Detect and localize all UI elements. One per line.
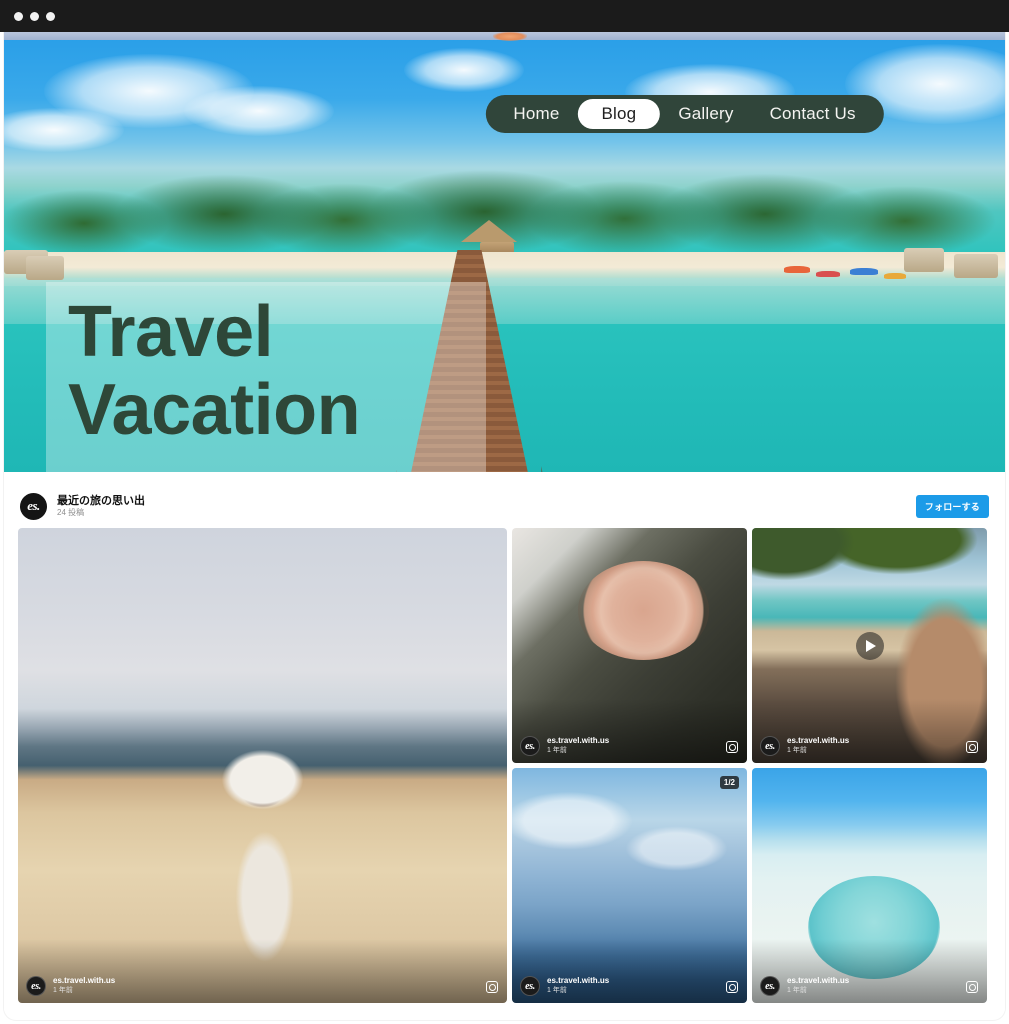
maximize-dot[interactable] — [46, 11, 55, 21]
tile-username: es.travel.with.us — [547, 736, 610, 746]
grid-tile-cloudy-ocean[interactable]: 1/2 es. es.travel.with.us 1 年前 — [512, 768, 747, 1003]
nav-item-home[interactable]: Home — [495, 99, 577, 129]
top-strip-accent — [492, 32, 527, 41]
close-dot[interactable] — [14, 11, 23, 21]
beach-boat — [850, 268, 878, 275]
browser-viewport: Home Blog Gallery Contact Us Travel Vaca… — [0, 32, 1009, 1024]
tile-timestamp: 1 年前 — [787, 747, 807, 755]
avatar: es. — [760, 736, 780, 756]
follow-button[interactable]: フォローする — [915, 494, 989, 518]
grid-tile-hammock-video[interactable]: es. es.travel.with.us 1 年前 — [752, 528, 987, 763]
avatar: es. — [520, 976, 540, 996]
hut-roof — [461, 220, 518, 242]
hero-title-line-1: Travel — [68, 292, 274, 372]
grid-tile-dog-on-beach[interactable]: es. es.travel.with.us 1 年前 — [18, 528, 507, 1003]
nav-item-contact-us[interactable]: Contact Us — [752, 99, 874, 129]
instagram-icon[interactable] — [486, 981, 498, 993]
page-top-strip — [4, 32, 1005, 41]
overwater-villa — [26, 256, 64, 280]
web-page: Home Blog Gallery Contact Us Travel Vaca… — [4, 32, 1005, 1020]
tile-photo — [512, 768, 747, 1003]
instagram-feed-widget: es. 最近の旅の思い出 24 投稿 フォローする es. es.travel.… — [4, 472, 1005, 1013]
tile-username: es.travel.with.us — [547, 976, 610, 986]
grid-tile-breakfast-bowl[interactable]: es. es.travel.with.us 1 年前 — [512, 528, 747, 763]
tile-timestamp: 1 年前 — [547, 747, 567, 755]
tile-timestamp: 1 年前 — [547, 987, 567, 995]
avatar: es. — [20, 492, 47, 520]
tile-timestamp: 1 年前 — [787, 987, 807, 995]
tile-photo — [752, 768, 987, 1003]
tile-photo — [18, 528, 507, 1003]
post-count: 24 投稿 — [57, 507, 85, 517]
tile-caption: es. es.travel.with.us 1 年前 — [26, 976, 115, 996]
main-navigation[interactable]: Home Blog Gallery Contact Us — [485, 95, 884, 133]
browser-window: Home Blog Gallery Contact Us Travel Vaca… — [0, 0, 1009, 1024]
overwater-villa — [904, 248, 944, 272]
carousel-badge: 1/2 — [719, 776, 739, 789]
nav-item-blog[interactable]: Blog — [577, 99, 661, 129]
hero-title-line-2: Vacation — [68, 369, 361, 450]
beach-boat — [816, 271, 840, 277]
tile-username: es.travel.with.us — [53, 976, 116, 986]
instagram-icon[interactable] — [726, 981, 738, 993]
tile-username: es.travel.with.us — [787, 736, 850, 746]
page-title: Travel Vacation — [68, 292, 538, 450]
window-titlebar — [0, 0, 1009, 32]
cloud-shape — [184, 86, 335, 136]
instagram-icon[interactable] — [726, 741, 738, 753]
instagram-icon[interactable] — [966, 741, 978, 753]
instagram-grid: es. es.travel.with.us 1 年前 es. es.travel… — [16, 528, 993, 1013]
account-title: 最近の旅の思い出 — [57, 494, 145, 507]
tile-caption: es. es.travel.with.us 1 年前 — [520, 736, 609, 756]
avatar: es. — [520, 736, 540, 756]
instagram-feed-header: es. 最近の旅の思い出 24 投稿 フォローする — [16, 484, 993, 528]
tile-timestamp: 1 年前 — [53, 987, 73, 995]
tile-photo — [512, 528, 747, 763]
cloud-shape — [404, 48, 525, 92]
tile-caption: es. es.travel.with.us 1 年前 — [760, 976, 849, 996]
grid-tile-blue-sun-hat[interactable]: es. es.travel.with.us 1 年前 — [752, 768, 987, 1003]
tile-caption: es. es.travel.with.us 1 年前 — [520, 976, 609, 996]
cloud-shape — [4, 108, 124, 152]
beach-boat — [784, 266, 810, 273]
instagram-icon[interactable] — [966, 981, 978, 993]
avatar: es. — [760, 976, 780, 996]
minimize-dot[interactable] — [30, 11, 39, 21]
window-controls — [14, 11, 55, 21]
nav-item-gallery[interactable]: Gallery — [660, 99, 751, 129]
hero-section: Home Blog Gallery Contact Us Travel Vaca… — [4, 32, 1005, 472]
account-meta: 最近の旅の思い出 24 投稿 — [57, 495, 145, 518]
play-icon[interactable] — [855, 631, 884, 660]
tile-username: es.travel.with.us — [787, 976, 850, 986]
avatar: es. — [26, 976, 46, 996]
tile-caption: es. es.travel.with.us 1 年前 — [760, 736, 849, 756]
overwater-villa — [954, 254, 998, 278]
beach-boat — [884, 273, 906, 279]
